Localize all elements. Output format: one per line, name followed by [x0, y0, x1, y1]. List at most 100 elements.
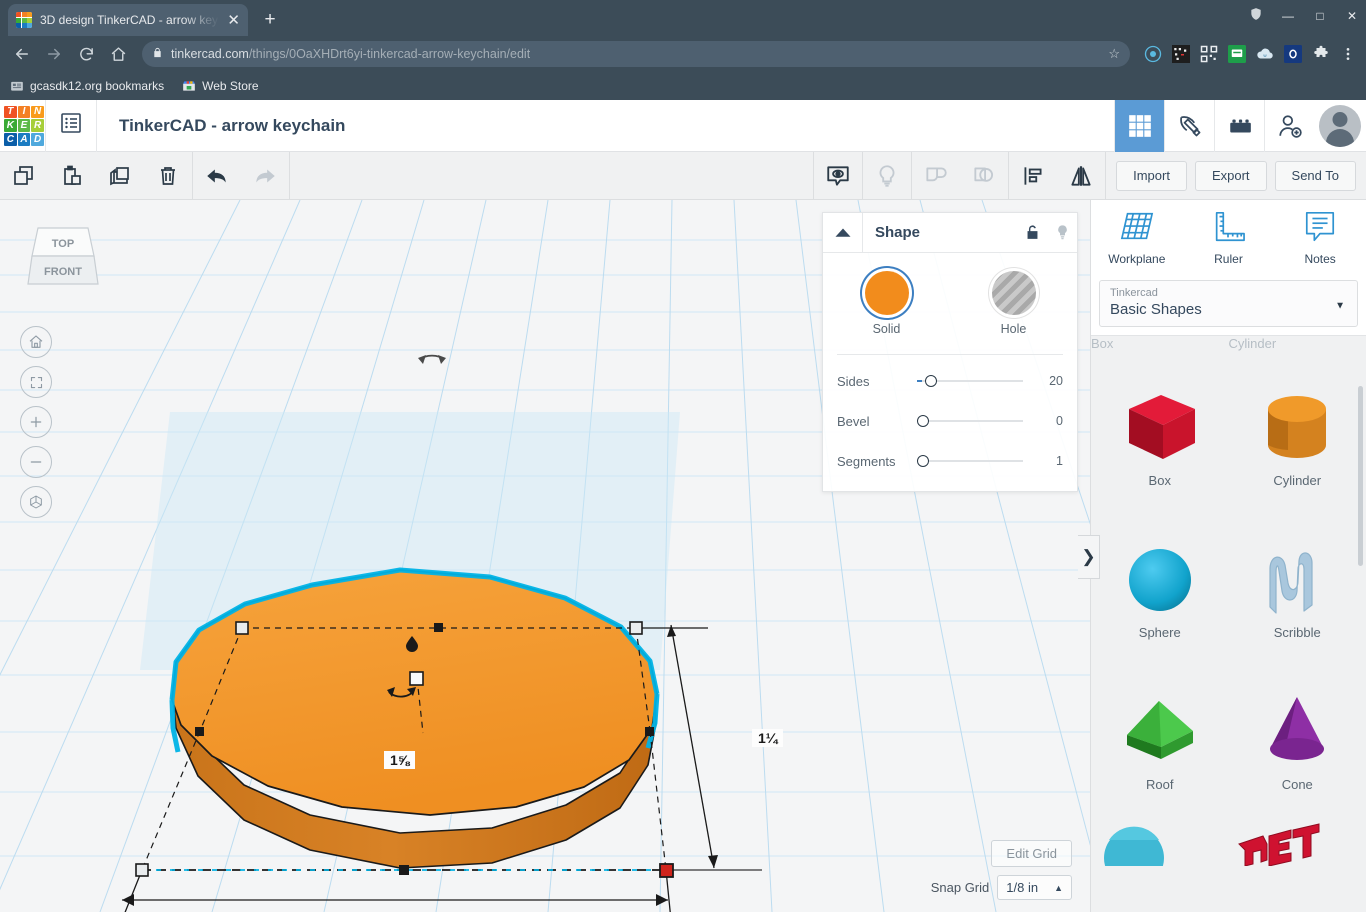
- tinkercad-logo[interactable]: T I N K E R C A D: [3, 105, 45, 147]
- screencast-icon[interactable]: [1228, 45, 1246, 63]
- hole-option[interactable]: Hole: [991, 271, 1036, 336]
- chrome-menu-icon[interactable]: [1340, 45, 1358, 63]
- shape-item-scribble[interactable]: Scribble: [1229, 506, 1366, 658]
- shape-item-clipped-bottom[interactable]: [1229, 810, 1366, 866]
- snap-grid-select[interactable]: 1/8 in ▲: [997, 875, 1072, 900]
- segments-slider-row: Segments 1: [823, 441, 1077, 481]
- show-hide-icon[interactable]: [814, 152, 862, 200]
- zoom-out-icon[interactable]: [20, 446, 52, 478]
- fit-to-view-icon[interactable]: [20, 366, 52, 398]
- redo-icon[interactable]: [241, 152, 289, 200]
- zoom-in-icon[interactable]: [20, 406, 52, 438]
- home-button[interactable]: [104, 40, 132, 68]
- width-dimension-label[interactable]: 1⅝: [384, 751, 416, 769]
- cloud-icon[interactable]: w: [1256, 45, 1274, 63]
- bookmark-star-icon[interactable]: ☆: [1108, 46, 1120, 62]
- delete-icon[interactable]: [144, 152, 192, 200]
- logo-letter: D: [31, 132, 44, 146]
- close-window-button[interactable]: ✕: [1344, 9, 1360, 23]
- bookmarks-bar: gcasdk12.org bookmarks Web Store: [0, 72, 1366, 100]
- back-button[interactable]: [8, 40, 36, 68]
- shape-item-cylinder[interactable]: Cylinder: [1229, 354, 1366, 506]
- copy-icon[interactable]: [0, 152, 48, 200]
- shape-item-cone[interactable]: Cone: [1229, 658, 1366, 810]
- slider-pre-fill: [917, 380, 922, 382]
- align-icon[interactable]: [1009, 152, 1057, 200]
- user-avatar[interactable]: [1314, 100, 1366, 152]
- snap-grid-row: Snap Grid 1/8 in ▲: [931, 875, 1072, 900]
- forward-button[interactable]: [40, 40, 68, 68]
- maximize-button[interactable]: □: [1312, 9, 1328, 23]
- notes-tool[interactable]: Notes: [1278, 210, 1362, 266]
- browser-tab[interactable]: 3D design TinkerCAD - arrow key ✕: [8, 4, 248, 36]
- puzzle-icon[interactable]: [1312, 45, 1330, 63]
- extension-icons: w: [1140, 45, 1358, 63]
- duplicate-icon[interactable]: [96, 152, 144, 200]
- shape-item-clipped[interactable]: Box: [1091, 336, 1229, 354]
- shield-icon[interactable]: [1248, 7, 1264, 24]
- workplane-tool[interactable]: Workplane: [1095, 210, 1179, 266]
- library-selector[interactable]: Tinkercad Basic Shapes ▼: [1099, 280, 1358, 327]
- shape-item-roof[interactable]: Roof: [1091, 658, 1229, 810]
- tinkercad-app: 3D design TinkerCAD - arrow key ✕ + — □ …: [0, 0, 1366, 912]
- bookmark-gcasdk12[interactable]: gcasdk12.org bookmarks: [10, 79, 164, 93]
- grid-apps-icon[interactable]: [1114, 99, 1164, 152]
- shapes-scroll-area[interactable]: Box Cylinder Box Cylinder Sphere Scribbl…: [1091, 336, 1366, 898]
- group-icon[interactable]: [912, 152, 960, 200]
- segments-slider-knob[interactable]: [917, 455, 929, 467]
- segments-slider[interactable]: [917, 453, 1033, 469]
- bookmark-web-store[interactable]: Web Store: [182, 79, 259, 93]
- panel-toggle-button[interactable]: ❯: [1078, 535, 1100, 579]
- view-cube[interactable]: TOP FRONT: [22, 218, 104, 294]
- ruler-label: Ruler: [1214, 252, 1243, 266]
- profile-icon[interactable]: [1144, 45, 1162, 63]
- toolbar-actions: Import Export Send To: [1106, 160, 1366, 191]
- lightbulb-icon[interactable]: [1047, 224, 1077, 241]
- bevel-slider[interactable]: [917, 413, 1033, 429]
- bevel-slider-row: Bevel 0: [823, 401, 1077, 441]
- snap-grid-value: 1/8 in: [1006, 880, 1039, 895]
- ruler-tool[interactable]: Ruler: [1186, 210, 1270, 266]
- sides-slider[interactable]: [917, 373, 1033, 389]
- sphere-shape-icon: [1117, 525, 1203, 621]
- bevel-slider-knob[interactable]: [917, 415, 929, 427]
- address-bar-url: tinkercad.com/things/0OaXHDrt6yi-tinkerc…: [171, 47, 530, 61]
- import-button[interactable]: Import: [1116, 160, 1187, 191]
- ungroup-icon[interactable]: [960, 152, 1008, 200]
- shape-label: Box: [1148, 472, 1171, 488]
- send-to-button[interactable]: Send To: [1274, 160, 1356, 191]
- export-button[interactable]: Export: [1194, 160, 1267, 191]
- lego-block-icon[interactable]: [1214, 99, 1264, 152]
- unlocked-padlock-icon[interactable]: [1017, 224, 1047, 241]
- shape-item-clipped[interactable]: Cylinder: [1229, 336, 1366, 354]
- height-dimension-label[interactable]: 1¼: [752, 729, 784, 747]
- qr-scan-icon[interactable]: [1172, 45, 1190, 63]
- lightbulb-icon[interactable]: [863, 152, 911, 200]
- mirror-icon[interactable]: [1057, 152, 1105, 200]
- shape-item-clipped-bottom[interactable]: [1091, 810, 1229, 866]
- collapse-triangle-icon[interactable]: [823, 212, 863, 253]
- paste-icon[interactable]: [48, 152, 96, 200]
- tab-close-icon[interactable]: ✕: [227, 13, 240, 28]
- minimize-button[interactable]: —: [1280, 9, 1296, 23]
- undo-icon[interactable]: [193, 152, 241, 200]
- project-menu-button[interactable]: [45, 99, 97, 152]
- address-bar[interactable]: tinkercad.com/things/0OaXHDrt6yi-tinkerc…: [142, 41, 1130, 67]
- shape-item-box[interactable]: Box: [1091, 354, 1229, 506]
- edit-grid-button[interactable]: Edit Grid: [991, 840, 1072, 867]
- add-user-icon[interactable]: [1264, 99, 1314, 152]
- sides-slider-knob[interactable]: [925, 375, 937, 387]
- snap-grid-label: Snap Grid: [930, 880, 990, 895]
- shape-label: Cylinder: [1273, 472, 1322, 488]
- shape-item-sphere[interactable]: Sphere: [1091, 506, 1229, 658]
- ruler-icon: [1209, 211, 1247, 248]
- qr-code-icon[interactable]: [1200, 45, 1218, 63]
- home-view-icon[interactable]: [20, 326, 52, 358]
- perspective-toggle-icon[interactable]: [20, 486, 52, 518]
- pickaxe-icon[interactable]: [1164, 99, 1214, 152]
- clipboard-tools: [0, 152, 192, 200]
- solid-option[interactable]: Solid: [864, 271, 909, 336]
- reload-button[interactable]: [72, 40, 100, 68]
- bitwarden-icon[interactable]: [1284, 45, 1302, 63]
- new-tab-button[interactable]: +: [258, 8, 282, 32]
